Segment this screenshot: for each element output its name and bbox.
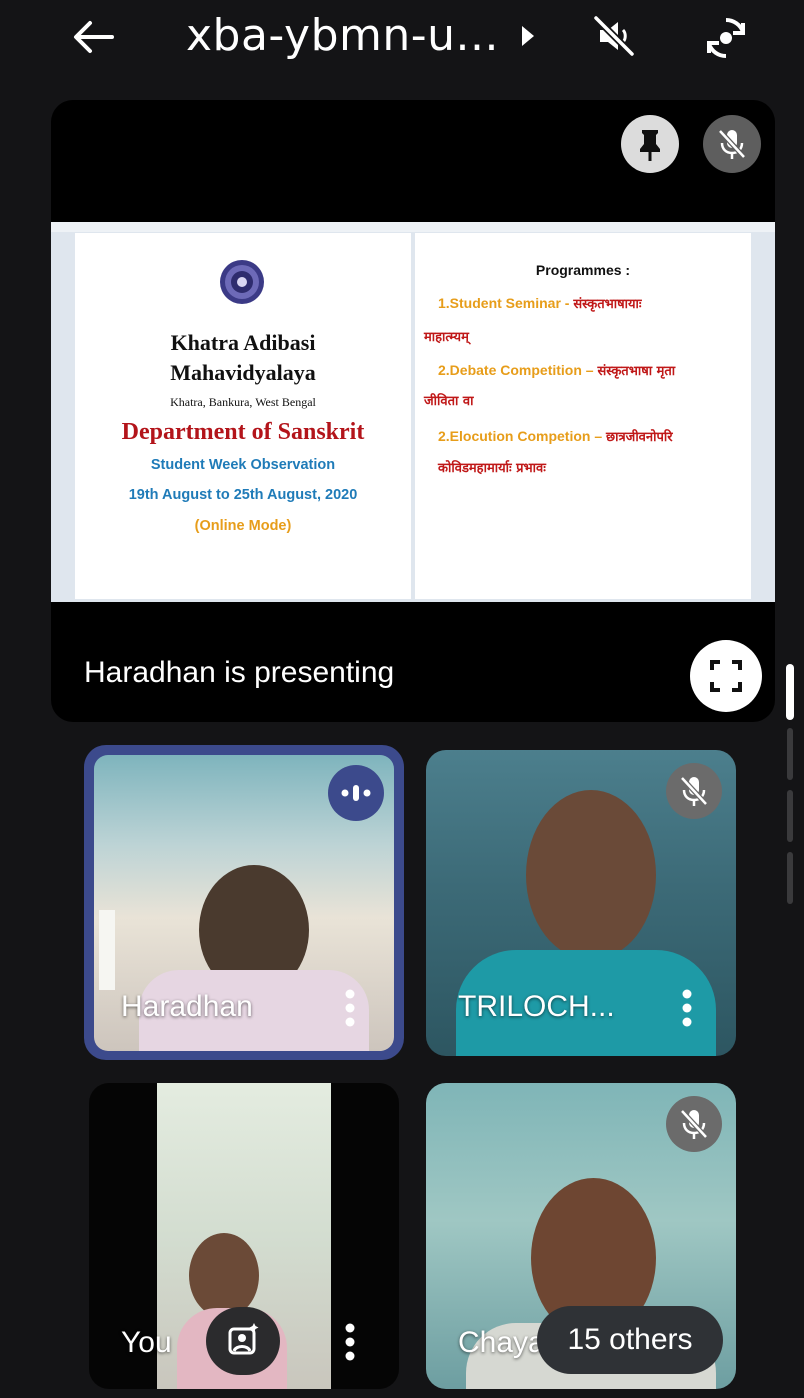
mic-off-icon — [680, 1109, 708, 1139]
programme-item-1: 1.Student Seminar - संस्कृतभाषायाः — [438, 294, 642, 312]
wall-lamp — [99, 910, 115, 990]
event-mode: (Online Mode) — [194, 518, 292, 534]
back-arrow-icon[interactable] — [68, 12, 118, 62]
programme-item-3-topic-cont: कोविडमहामार्याः प्रभावः — [438, 461, 546, 476]
programmes-heading: Programmes : — [535, 262, 631, 278]
programme-item-3-label: 2.Elocution Competion – — [438, 428, 607, 444]
participant-name: TRILOCH... — [458, 990, 615, 1023]
scrollbar-track-segment — [787, 728, 793, 780]
programme-item-1-label: 1.Student Seminar - — [438, 295, 574, 311]
more-options-icon[interactable] — [682, 988, 692, 1028]
presenter-muted-badge — [703, 115, 761, 173]
college-address: Khatra, Bankura, West Bengal — [170, 395, 316, 409]
programme-item-3-topic: छात्रजीवनोपरि — [606, 430, 673, 445]
mic-off-icon — [718, 129, 746, 159]
fullscreen-button[interactable] — [690, 640, 762, 712]
participant-name: You — [121, 1326, 172, 1359]
person-head — [189, 1233, 259, 1318]
scrollbar-track-segment — [787, 852, 793, 904]
top-bar: xba-ybmn-u... — [0, 0, 804, 90]
meeting-code-title[interactable]: xba-ybmn-u... — [186, 10, 499, 61]
programme-item-2-topic-cont: जीविता वा — [424, 394, 474, 409]
programme-item-3: 2.Elocution Competion – छात्रजीवनोपरि — [438, 427, 673, 445]
speaking-indicator — [328, 765, 384, 821]
speaker-off-icon[interactable] — [590, 12, 638, 60]
programme-item-2: 2.Debate Competition – संस्कृतभाषा मृता — [438, 361, 675, 379]
presenting-status: Haradhan is presenting — [84, 656, 395, 689]
scrollbar-track-segment — [787, 790, 793, 842]
college-name-line2: Mahavidyalaya — [170, 360, 316, 385]
fullscreen-icon — [710, 660, 742, 692]
mic-off-icon — [680, 776, 708, 806]
effects-button[interactable] — [206, 1307, 280, 1375]
event-title: Student Week Observation — [150, 457, 336, 473]
participant-name: Haradhan — [121, 990, 253, 1023]
flip-camera-icon[interactable] — [700, 12, 752, 64]
college-name-line1: Khatra Adibasi — [170, 330, 316, 355]
pin-icon — [640, 130, 660, 161]
others-chip[interactable]: 15 others — [537, 1306, 723, 1374]
event-dates: 19th August to 25th August, 2020 — [128, 487, 358, 503]
visual-effects-icon — [228, 1323, 259, 1355]
viewer-toolbar — [51, 222, 775, 232]
programme-item-2-topic: संस्कृतभाषा मृता — [597, 364, 676, 379]
scrollbar-thumb[interactable] — [786, 664, 794, 720]
slide-page-right — [415, 233, 751, 599]
programme-item-1-topic: संस्कृतभाषायाः — [573, 297, 642, 312]
department-title: Department of Sanskrit — [121, 419, 365, 445]
programme-item-2-label: 2.Debate Competition – — [438, 362, 598, 378]
college-emblem-icon — [220, 260, 264, 304]
caret-right-icon[interactable] — [522, 26, 534, 46]
programme-item-1-topic-cont: माहात्म्यम् — [424, 330, 469, 345]
pin-button[interactable] — [621, 115, 679, 173]
more-options-icon[interactable] — [345, 1322, 355, 1362]
audio-waveform-icon — [341, 785, 371, 801]
more-options-icon[interactable] — [345, 988, 355, 1028]
muted-badge — [666, 1096, 722, 1152]
muted-badge — [666, 763, 722, 819]
person-head — [526, 790, 656, 960]
